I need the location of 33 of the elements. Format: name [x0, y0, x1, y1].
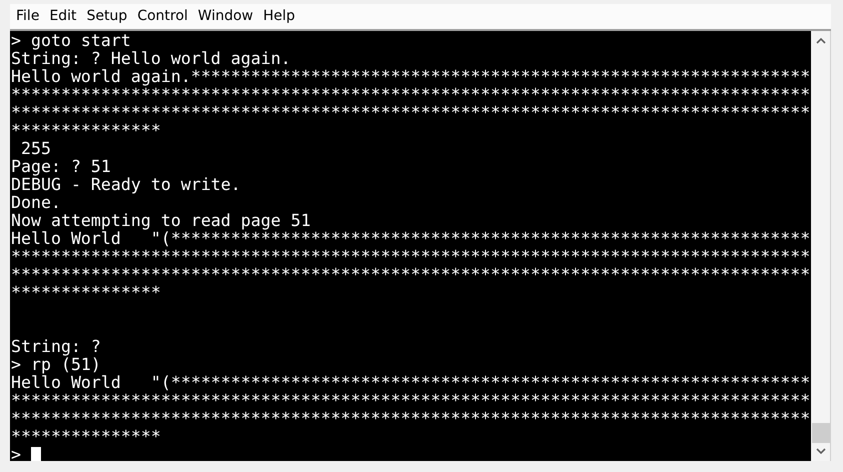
menu-item[interactable]: Setup: [82, 6, 132, 27]
prompt-symbol: >: [11, 446, 21, 461]
terminal-line: > rp (51): [11, 355, 101, 374]
menu-item[interactable]: Help: [259, 6, 300, 27]
terminal-line: ********************************************************************************: [11, 391, 810, 410]
scroll-down-icon[interactable]: [816, 448, 826, 454]
terminal-line: DEBUG - Ready to write.: [11, 175, 241, 194]
terminal-line: ********************************************************************************: [11, 409, 810, 428]
terminal-line: ********************************************************************************: [11, 247, 810, 266]
terminal-line: Hello World "(****************************************************************: [11, 373, 810, 392]
terminal-line: ***************: [11, 121, 161, 140]
terminal-line: ***************: [11, 283, 161, 302]
terminal-line: ********************************************************************************: [11, 85, 810, 104]
terminal-line: Hello world again.**************************************************************: [11, 67, 810, 86]
menu-item[interactable]: Window: [194, 6, 258, 27]
scroll-up-icon[interactable]: [816, 38, 826, 44]
menu-item[interactable]: File: [12, 6, 44, 27]
scrollbar-thumb[interactable]: [812, 423, 830, 443]
menu-item[interactable]: Control: [133, 6, 192, 27]
terminal-line: String: ? Hello world again.: [11, 49, 291, 68]
vertical-scrollbar[interactable]: [811, 31, 831, 461]
terminal-line: Hello World "(****************************************************************: [11, 229, 810, 248]
terminal-line: ********************************************************************************: [11, 103, 810, 122]
terminal-line: Now attempting to read page 51: [11, 211, 311, 230]
terminal-line: String: ?: [11, 337, 101, 356]
terminal-line: Page: ? 51: [11, 157, 111, 176]
text-cursor: [31, 446, 41, 461]
terminal-line: ********************************************************************************: [11, 265, 810, 284]
terminal-line: 255: [20, 139, 51, 158]
menu-item[interactable]: Edit: [45, 6, 81, 27]
terminal-line: ***************: [11, 427, 161, 446]
terminal-line: > goto start: [11, 31, 131, 50]
terminal-line: Done.: [11, 193, 61, 212]
